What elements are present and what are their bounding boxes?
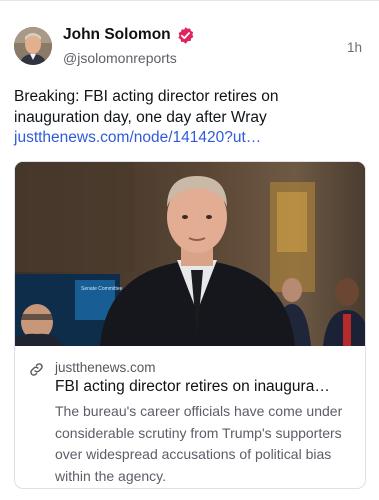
author-handle[interactable]: @jsolomonreports xyxy=(63,50,177,66)
card-title: FBI acting director retires on inaugura… xyxy=(55,378,330,395)
card-domain: justthenews.com xyxy=(55,360,156,375)
screen-text: Senate Committee xyxy=(81,286,123,292)
top-divider xyxy=(0,0,379,1)
post-timestamp[interactable]: 1h xyxy=(347,40,362,55)
author-avatar[interactable] xyxy=(14,27,52,65)
link-preview-card[interactable]: Senate Committee justthenews.com FBI act… xyxy=(14,161,366,489)
link-icon xyxy=(30,363,43,376)
avatar-image xyxy=(14,27,52,65)
link-preview-image: Senate Committee xyxy=(15,162,365,346)
post-text: Breaking: FBI acting director retires on… xyxy=(14,88,279,126)
card-description: The bureau's career officials have come … xyxy=(55,403,343,484)
post-link[interactable]: justthenews.com/node/141420?ut… xyxy=(14,128,261,148)
verified-badge-icon xyxy=(178,27,194,44)
author-name[interactable]: John Solomon xyxy=(63,26,171,44)
